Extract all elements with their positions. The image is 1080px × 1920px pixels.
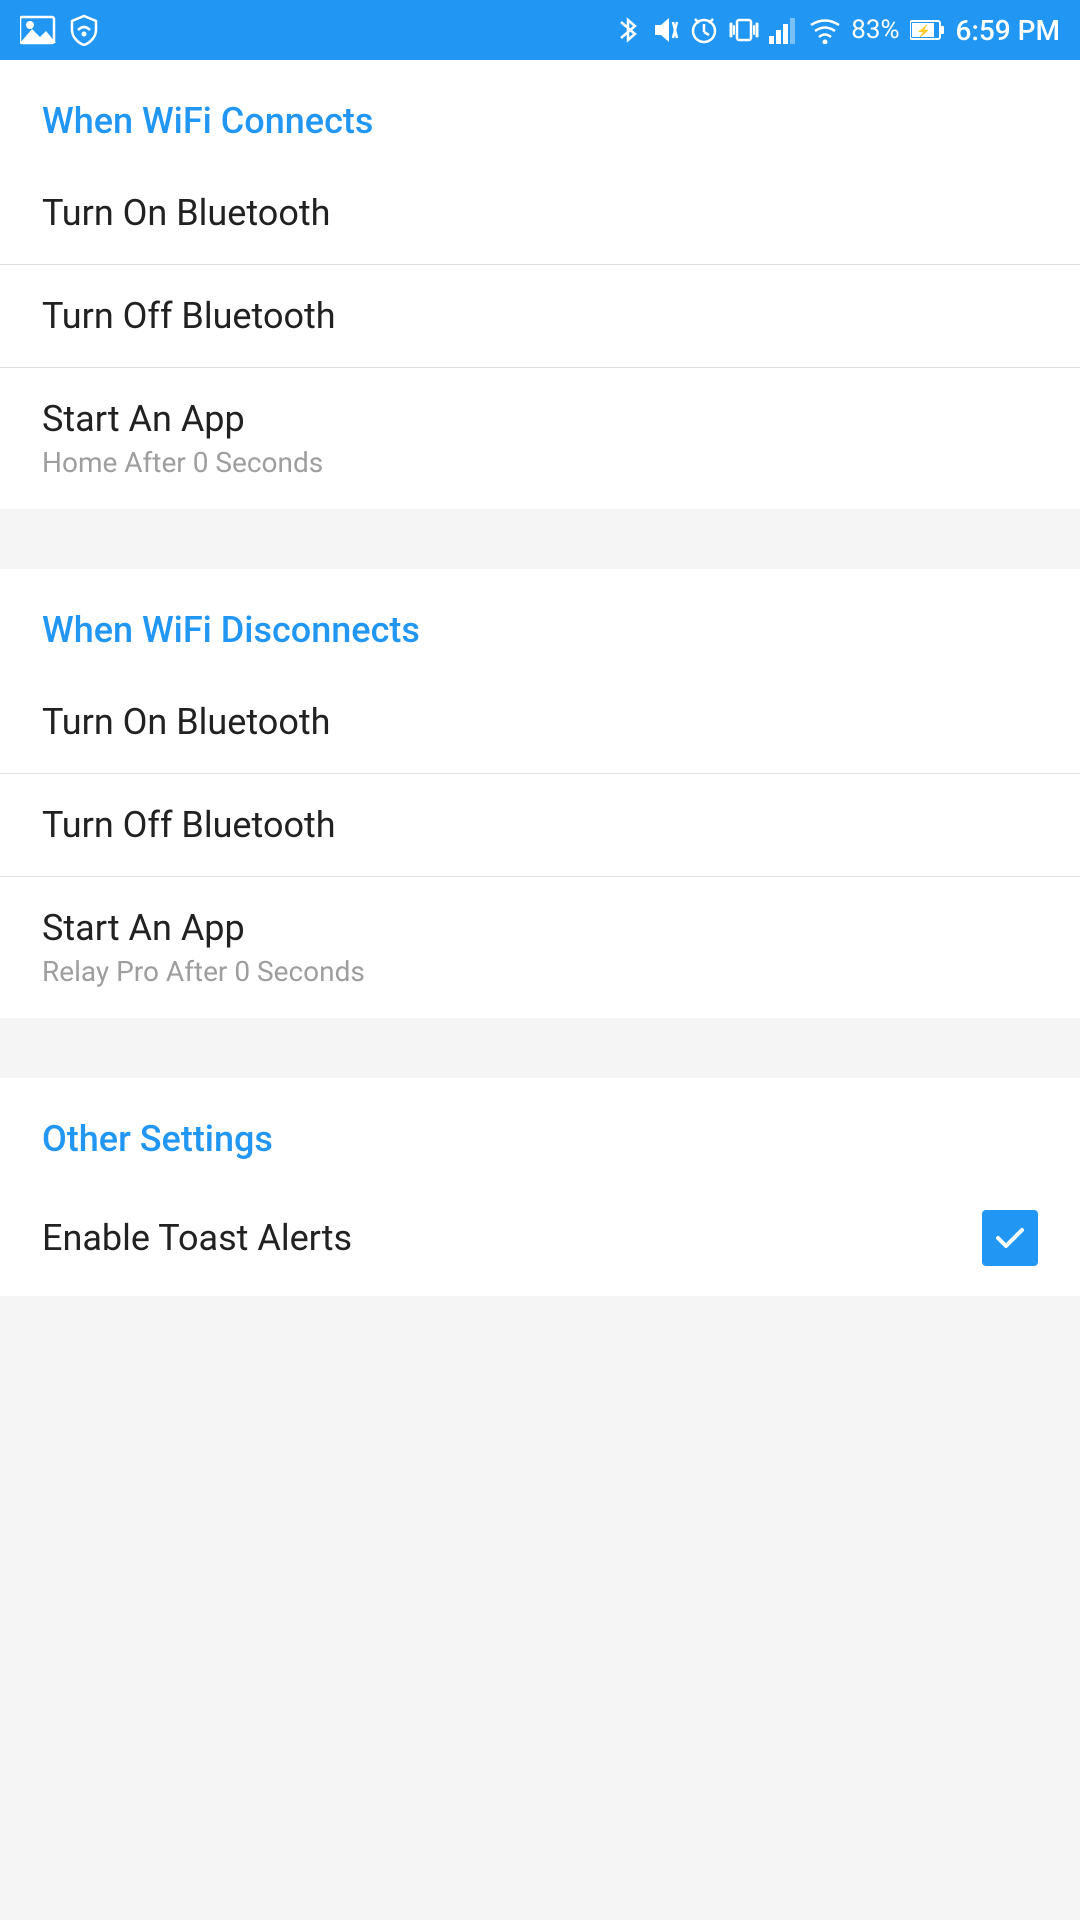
battery-percentage: 83% (851, 15, 899, 45)
list-item-turn-off-bt-connect[interactable]: Turn Off Bluetooth (0, 265, 1080, 368)
battery-icon: ⚡ (910, 19, 946, 41)
section-header-other-settings: Other Settings (0, 1078, 1080, 1180)
item-title-start-app-disconnect: Start An App (42, 907, 1038, 949)
svg-text:⚡: ⚡ (916, 24, 931, 38)
item-title-turn-on-bt-connect: Turn On Bluetooth (42, 192, 1038, 234)
status-bar: 83% ⚡ 6:59 PM (0, 0, 1080, 60)
item-title-turn-off-bt-disconnect: Turn Off Bluetooth (42, 804, 1038, 846)
item-subtitle-start-app-connect: Home After 0 Seconds (42, 446, 1038, 479)
alarm-icon (689, 14, 719, 46)
list-item-start-app-disconnect[interactable]: Start An App Relay Pro After 0 Seconds (0, 877, 1080, 1018)
list-item-turn-on-bt-connect[interactable]: Turn On Bluetooth (0, 162, 1080, 265)
item-title-enable-toast-alerts: Enable Toast Alerts (42, 1217, 352, 1259)
section-wifi-disconnects: When WiFi Disconnects Turn On Bluetooth … (0, 569, 1080, 1018)
wifi-icon (809, 16, 841, 44)
section-wifi-connects: When WiFi Connects Turn On Bluetooth Tur… (0, 60, 1080, 509)
list-item-start-app-connect[interactable]: Start An App Home After 0 Seconds (0, 368, 1080, 509)
item-subtitle-start-app-disconnect: Relay Pro After 0 Seconds (42, 955, 1038, 988)
status-bar-right-icons: 83% ⚡ 6:59 PM (617, 14, 1060, 47)
bluetooth-icon (617, 14, 639, 46)
section-header-wifi-disconnects: When WiFi Disconnects (0, 569, 1080, 671)
mute-icon (649, 14, 679, 46)
section-other-settings: Other Settings Enable Toast Alerts (0, 1078, 1080, 1296)
vibrate-icon (729, 14, 759, 46)
spacer-2 (0, 1018, 1080, 1078)
status-bar-left-icons (20, 14, 100, 46)
section-header-wifi-connects: When WiFi Connects (0, 60, 1080, 162)
item-title-turn-off-bt-connect: Turn Off Bluetooth (42, 295, 1038, 337)
image-icon (20, 15, 56, 45)
signal-icon (769, 16, 799, 44)
spacer-1 (0, 509, 1080, 569)
item-title-start-app-connect: Start An App (42, 398, 1038, 440)
list-item-turn-off-bt-disconnect[interactable]: Turn Off Bluetooth (0, 774, 1080, 877)
shield-wifi-icon (68, 14, 100, 46)
list-item-enable-toast-alerts[interactable]: Enable Toast Alerts (0, 1180, 1080, 1296)
item-title-turn-on-bt-disconnect: Turn On Bluetooth (42, 701, 1038, 743)
main-content: When WiFi Connects Turn On Bluetooth Tur… (0, 60, 1080, 1296)
checkbox-enable-toast-alerts[interactable] (982, 1210, 1038, 1266)
status-time: 6:59 PM (956, 14, 1060, 47)
list-item-turn-on-bt-disconnect[interactable]: Turn On Bluetooth (0, 671, 1080, 774)
checkmark-icon (992, 1220, 1028, 1256)
